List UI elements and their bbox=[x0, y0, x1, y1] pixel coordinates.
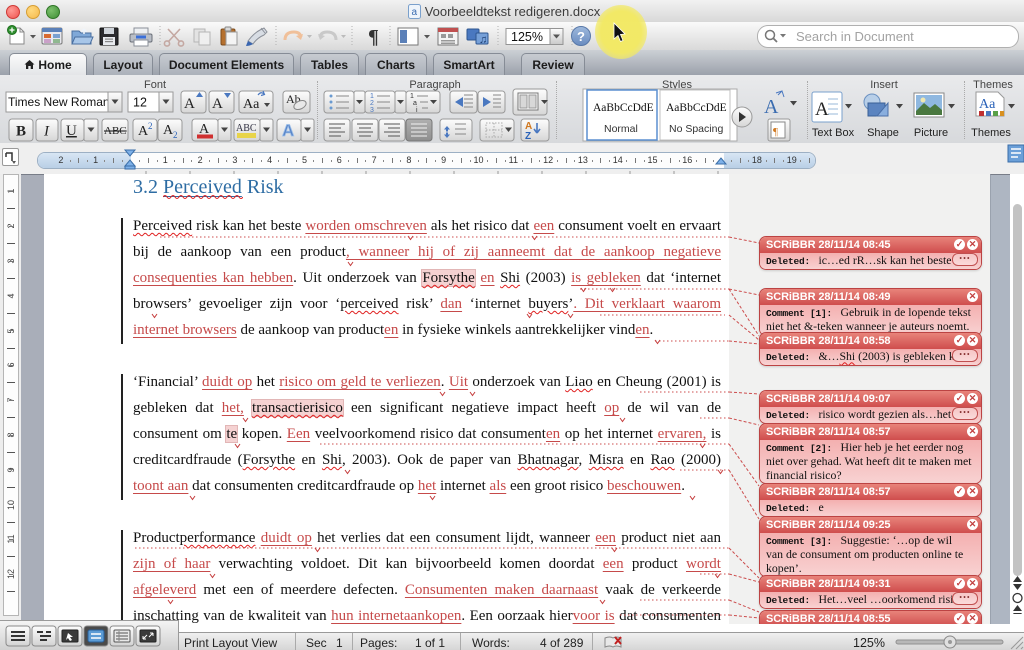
svg-text:¶: ¶ bbox=[773, 126, 778, 138]
svg-text:Aa: Aa bbox=[979, 97, 996, 112]
svg-text:1: 1 bbox=[370, 93, 374, 100]
svg-text:2: 2 bbox=[173, 130, 178, 140]
svg-text:AaBbCcDdE: AaBbCcDdE bbox=[593, 102, 654, 114]
svg-text:ABC: ABC bbox=[104, 125, 127, 137]
svg-text:Z: Z bbox=[525, 131, 531, 142]
svg-text:12: 12 bbox=[133, 96, 147, 110]
svg-text:Times New Roman: Times New Roman bbox=[8, 95, 110, 109]
svg-text:♫: ♫ bbox=[479, 34, 487, 46]
svg-text:a: a bbox=[411, 7, 417, 18]
svg-text:125%: 125% bbox=[511, 30, 543, 44]
svg-text:B: B bbox=[16, 124, 26, 140]
svg-text:1: 1 bbox=[410, 93, 414, 100]
svg-text:A: A bbox=[184, 96, 195, 112]
svg-text:A: A bbox=[764, 96, 779, 118]
svg-text:A: A bbox=[282, 121, 294, 140]
svg-text:A: A bbox=[815, 99, 829, 120]
svg-text:3: 3 bbox=[370, 107, 374, 114]
svg-text:No Spacing: No Spacing bbox=[669, 123, 723, 135]
svg-text:I: I bbox=[43, 124, 50, 140]
svg-text:A: A bbox=[212, 96, 223, 112]
svg-text:¶: ¶ bbox=[368, 26, 379, 48]
svg-text:2: 2 bbox=[148, 121, 153, 131]
svg-text:a: a bbox=[413, 100, 417, 107]
svg-text:Aa: Aa bbox=[243, 97, 260, 112]
svg-text:?: ? bbox=[577, 29, 585, 44]
svg-text:Normal: Normal bbox=[604, 123, 638, 135]
svg-text:ABC: ABC bbox=[236, 123, 257, 134]
svg-text:AaBbCcDdE: AaBbCcDdE bbox=[666, 102, 727, 114]
svg-text:U: U bbox=[66, 123, 77, 139]
svg-text:2: 2 bbox=[370, 100, 374, 107]
